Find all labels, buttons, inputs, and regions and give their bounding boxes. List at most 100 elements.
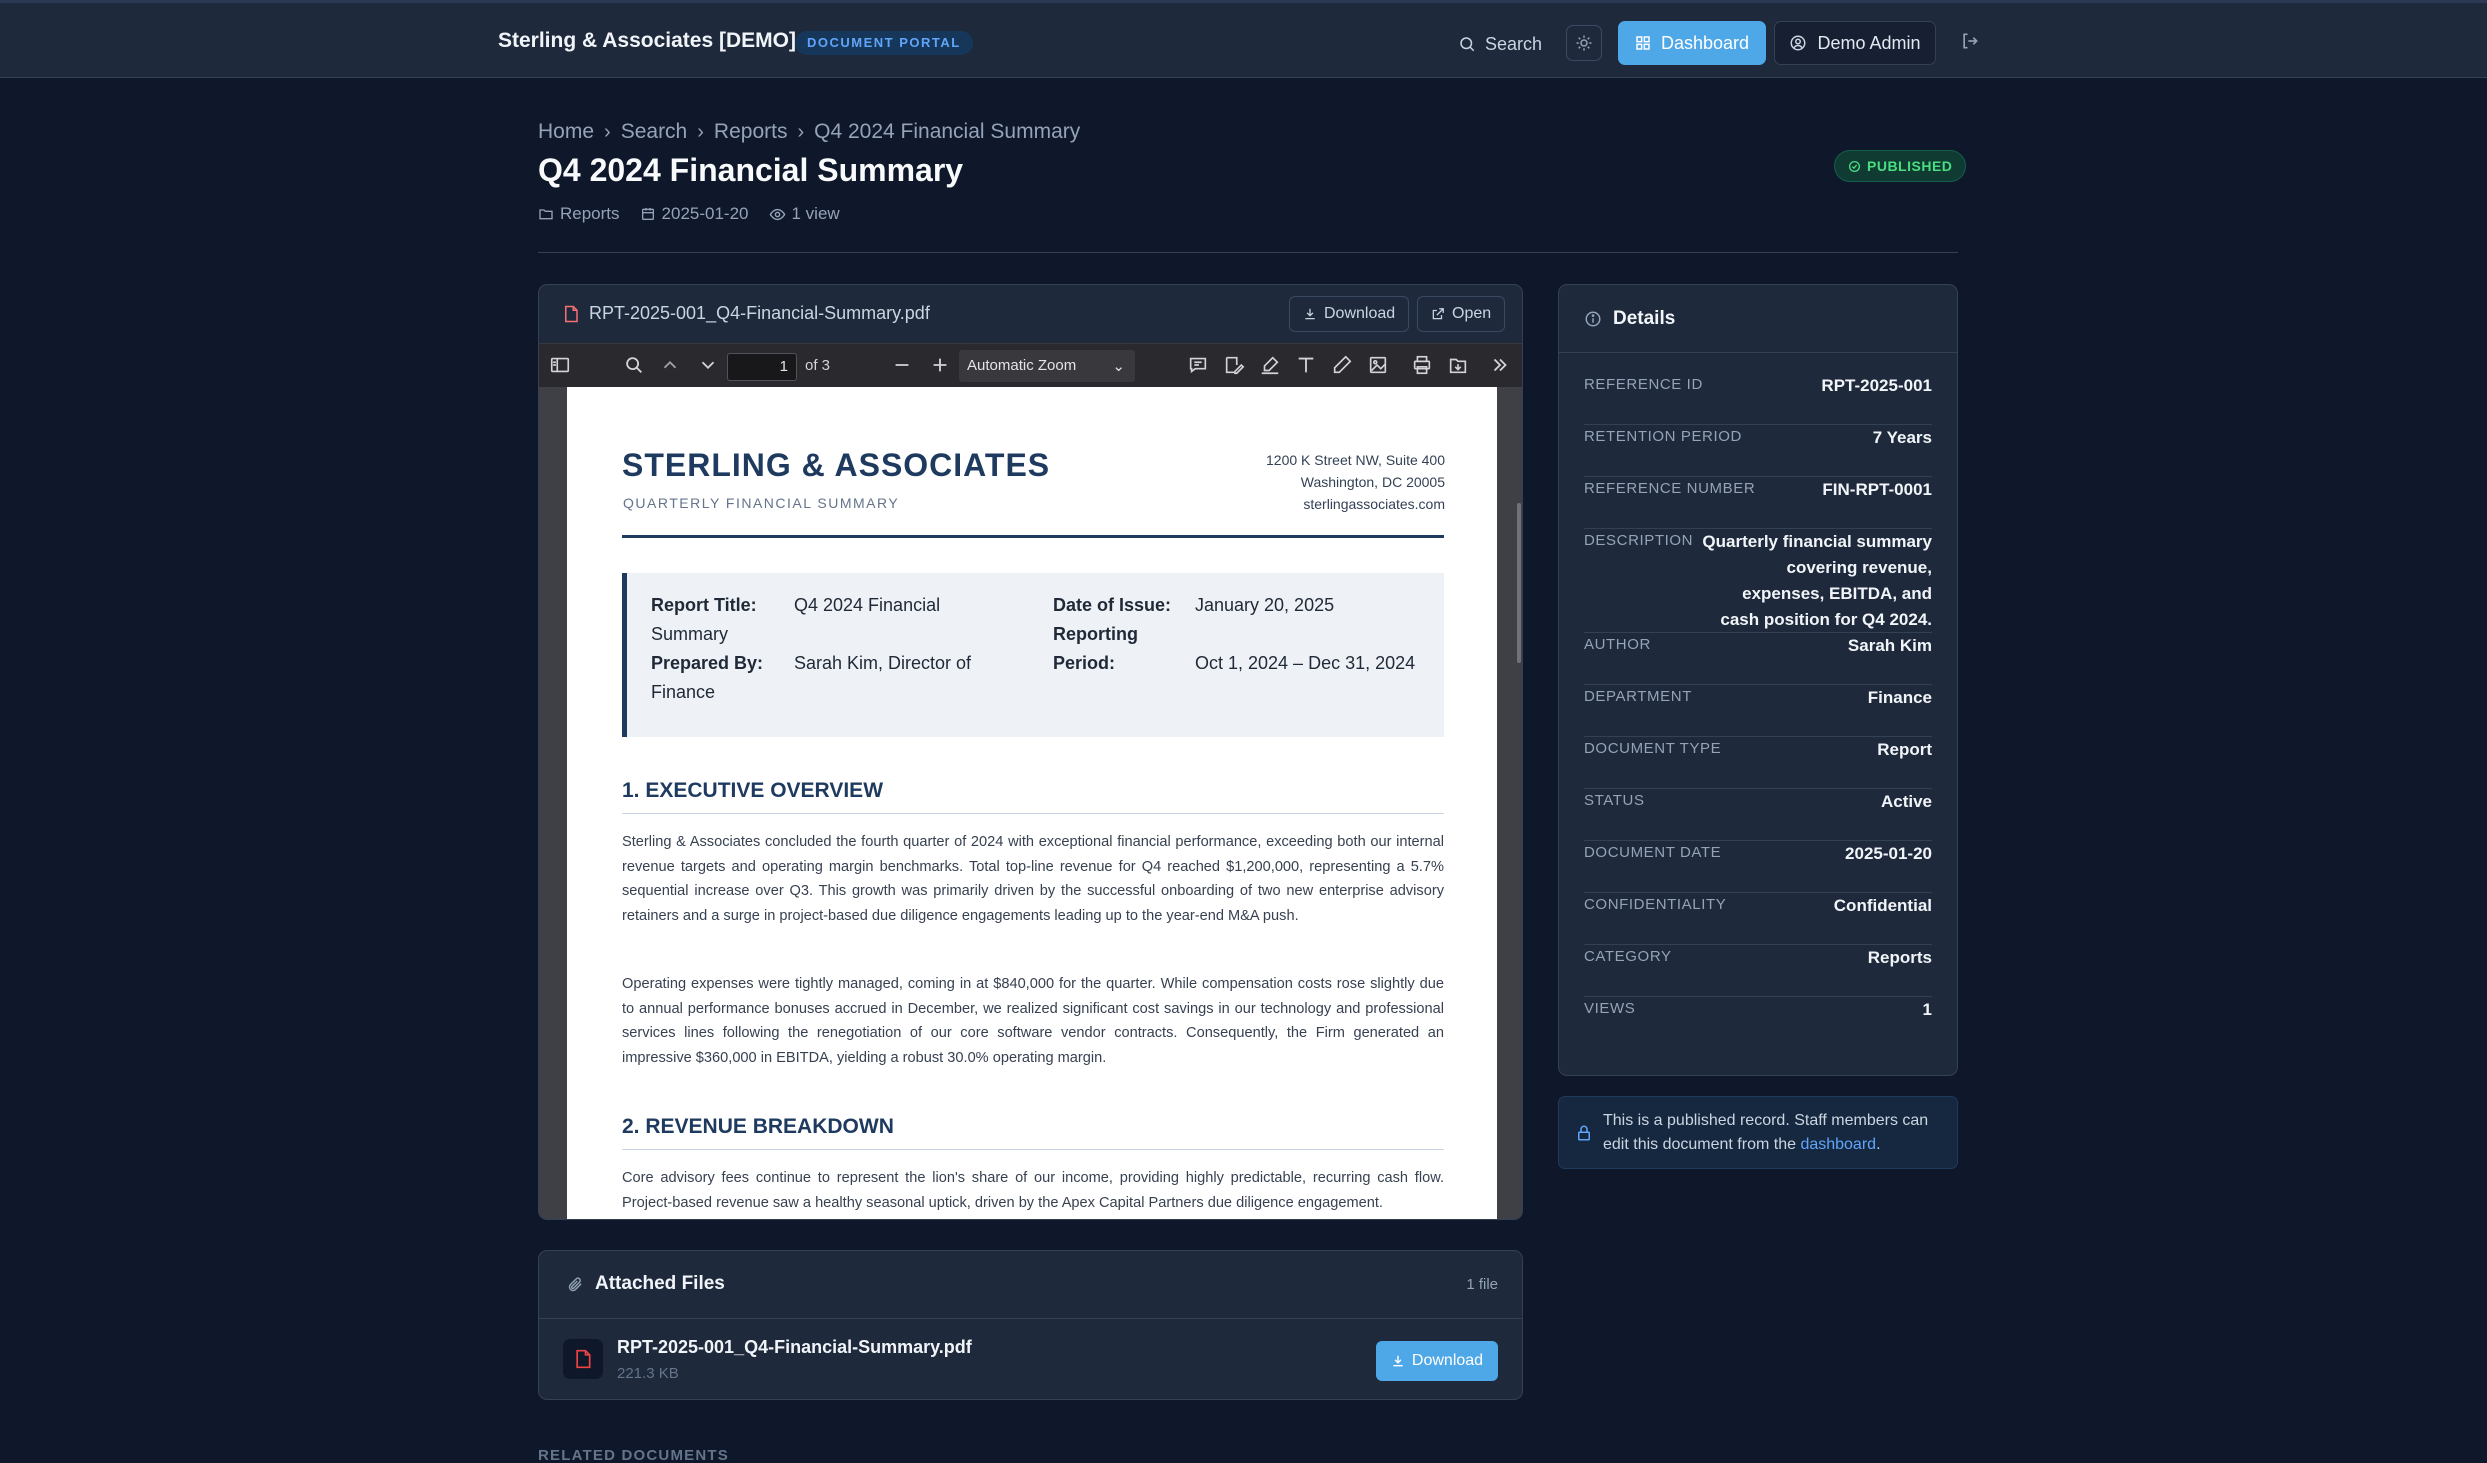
viewer-download-button[interactable]: Download bbox=[1289, 296, 1410, 332]
attached-files-title-label: Attached Files bbox=[595, 1273, 725, 1294]
top-navigation-bar: Sterling & Associates [DEMO] DOCUMENT PO… bbox=[0, 0, 2487, 78]
brand-title[interactable]: Sterling & Associates [DEMO] bbox=[498, 29, 796, 53]
page-count: of 3 bbox=[805, 357, 831, 374]
detail-row: Retention Period 7 Years bbox=[1584, 425, 1932, 477]
dashboard-button[interactable]: Dashboard bbox=[1618, 21, 1766, 65]
draw-icon[interactable] bbox=[1331, 354, 1353, 376]
detail-value: 1 bbox=[1922, 1000, 1932, 1019]
search-icon bbox=[1460, 37, 1475, 52]
detail-label: Document Date bbox=[1584, 844, 1722, 861]
detail-label: Views bbox=[1584, 1000, 1636, 1017]
grid-icon bbox=[1636, 36, 1650, 50]
detail-value: FIN-RPT-0001 bbox=[1822, 480, 1932, 499]
signature-icon[interactable] bbox=[1223, 354, 1245, 376]
text-tool-icon[interactable] bbox=[1295, 354, 1317, 376]
detail-row: Author Sarah Kim bbox=[1584, 633, 1932, 685]
pdf-address-line: sterlingassociates.com bbox=[1303, 496, 1445, 512]
attachment-file-name[interactable]: RPT-2025-001_Q4-Financial-Summary.pdf bbox=[617, 1337, 972, 1358]
detail-value: Sarah Kim bbox=[1847, 636, 1932, 655]
detail-row: Document Date 2025-01-20 bbox=[1584, 841, 1932, 893]
eye-icon bbox=[769, 208, 785, 220]
portal-badge: DOCUMENT PORTAL bbox=[795, 31, 973, 55]
breadcrumb-reports[interactable]: Reports bbox=[714, 120, 788, 144]
pdf-report-info-box: Report Title: Q4 2024 Financial Summary … bbox=[622, 573, 1444, 737]
attached-files-title: Attached Files bbox=[567, 1273, 725, 1295]
breadcrumb-home[interactable]: Home bbox=[538, 120, 594, 144]
detail-label: Category bbox=[1584, 948, 1672, 965]
download-icon bbox=[1305, 308, 1315, 320]
print-icon[interactable] bbox=[1411, 354, 1433, 376]
meta-category-label: Reports bbox=[560, 204, 620, 223]
detail-value: Reports bbox=[1867, 948, 1932, 967]
detail-value: 7 Years bbox=[1872, 428, 1932, 447]
zoom-out-icon[interactable] bbox=[891, 354, 913, 376]
pdf-section-rule bbox=[622, 813, 1444, 814]
next-page-icon[interactable] bbox=[697, 354, 719, 376]
attachment-download-button[interactable]: Download bbox=[1376, 1341, 1498, 1381]
external-link-icon bbox=[1432, 308, 1444, 320]
detail-row: Reference ID RPT-2025-001 bbox=[1584, 373, 1932, 425]
image-icon[interactable] bbox=[1367, 354, 1389, 376]
prepared-by-value-cont: Finance bbox=[651, 682, 716, 702]
logout-button[interactable] bbox=[1960, 31, 1980, 56]
report-title-value: Q4 2024 Financial bbox=[794, 595, 941, 615]
details-title: Details bbox=[1613, 307, 1676, 329]
pdf-toolbar: 1 of 3 Automatic Zoom ⌄ bbox=[539, 343, 1522, 387]
zoom-select[interactable]: Automatic Zoom ⌄ bbox=[959, 350, 1135, 382]
search-link[interactable]: Search bbox=[1458, 27, 1542, 61]
theme-toggle-button[interactable] bbox=[1566, 25, 1602, 61]
previous-page-icon[interactable] bbox=[659, 354, 681, 376]
detail-label: Reference ID bbox=[1584, 376, 1703, 393]
report-title-value-cont: Summary bbox=[651, 624, 729, 644]
reporting-period-value: Oct 1, 2024 – Dec 31, 2024 bbox=[1195, 653, 1416, 673]
pdf-page: STERLING & ASSOCIATES QUARTERLY FINANCIA… bbox=[567, 387, 1497, 1219]
detail-value: Finance bbox=[1867, 688, 1932, 707]
meta-views-label: 1 view bbox=[791, 204, 840, 223]
detail-label: Confidentiality bbox=[1584, 896, 1727, 913]
logout-icon bbox=[1963, 33, 1978, 49]
sun-icon bbox=[1576, 35, 1592, 51]
attachment-download-label: Download bbox=[1411, 1352, 1484, 1369]
user-menu-button[interactable]: Demo Admin bbox=[1774, 21, 1936, 65]
sidebar-toggle-icon[interactable] bbox=[549, 354, 571, 376]
check-circle-icon bbox=[1848, 160, 1861, 172]
zoom-in-icon[interactable] bbox=[929, 354, 951, 376]
page-number-input[interactable]: 1 bbox=[727, 353, 797, 381]
search-link-label: Search bbox=[1485, 33, 1543, 54]
pdf-paragraph: Operating expenses were tightly managed,… bbox=[622, 976, 1444, 1066]
breadcrumb-search[interactable]: Search bbox=[621, 120, 688, 144]
pdf-canvas-area[interactable]: STERLING & ASSOCIATES QUARTERLY FINANCIA… bbox=[539, 387, 1522, 1219]
zoom-select-value: Automatic Zoom bbox=[967, 357, 1077, 374]
notice-dashboard-link[interactable]: dashboard bbox=[1800, 1136, 1876, 1153]
find-icon[interactable] bbox=[623, 354, 645, 376]
highlight-icon[interactable] bbox=[1259, 354, 1281, 376]
pdf-paragraph: Sterling & Associates concluded the four… bbox=[622, 834, 1444, 924]
detail-label: Retention Period bbox=[1584, 428, 1742, 445]
user-menu-label: Demo Admin bbox=[1817, 32, 1921, 53]
meta-category[interactable]: Reports bbox=[538, 204, 620, 224]
viewer-open-button[interactable]: Open bbox=[1417, 296, 1506, 332]
save-icon[interactable] bbox=[1447, 354, 1469, 376]
attached-files-count: 1 file bbox=[1466, 1276, 1498, 1293]
pdf-subtitle: QUARTERLY FINANCIAL SUMMARY bbox=[623, 495, 900, 511]
dashboard-button-label: Dashboard bbox=[1660, 32, 1750, 53]
reporting-period-label-cont: Period: bbox=[1053, 653, 1116, 673]
more-tools-icon[interactable] bbox=[1489, 354, 1511, 376]
chevron-right-icon: › bbox=[604, 120, 611, 143]
meta-date: 2025-01-20 bbox=[640, 204, 749, 224]
folder-icon bbox=[539, 209, 553, 220]
notice-end: . bbox=[1876, 1136, 1881, 1153]
chevron-right-icon: › bbox=[797, 120, 805, 143]
related-documents-heading: RELATED DOCUMENTS bbox=[538, 1447, 729, 1463]
details-panel: Details Reference ID RPT-2025-001 Retentio… bbox=[1558, 284, 1958, 1076]
page-title: Q4 2024 Financial Summary bbox=[538, 152, 964, 188]
detail-row: Document Type Report bbox=[1584, 737, 1932, 789]
pdf-scrollbar[interactable] bbox=[1517, 503, 1521, 663]
lock-icon bbox=[1578, 1125, 1590, 1141]
detail-label: Author bbox=[1584, 636, 1651, 653]
pdf-company-name: STERLING & ASSOCIATES bbox=[622, 447, 1051, 483]
attachment-file-size: 221.3 KB bbox=[617, 1365, 679, 1382]
viewer-file-name: RPT-2025-001_Q4-Financial-Summary.pdf bbox=[563, 303, 930, 324]
comment-icon[interactable] bbox=[1187, 354, 1209, 376]
detail-label: Description bbox=[1584, 532, 1694, 549]
